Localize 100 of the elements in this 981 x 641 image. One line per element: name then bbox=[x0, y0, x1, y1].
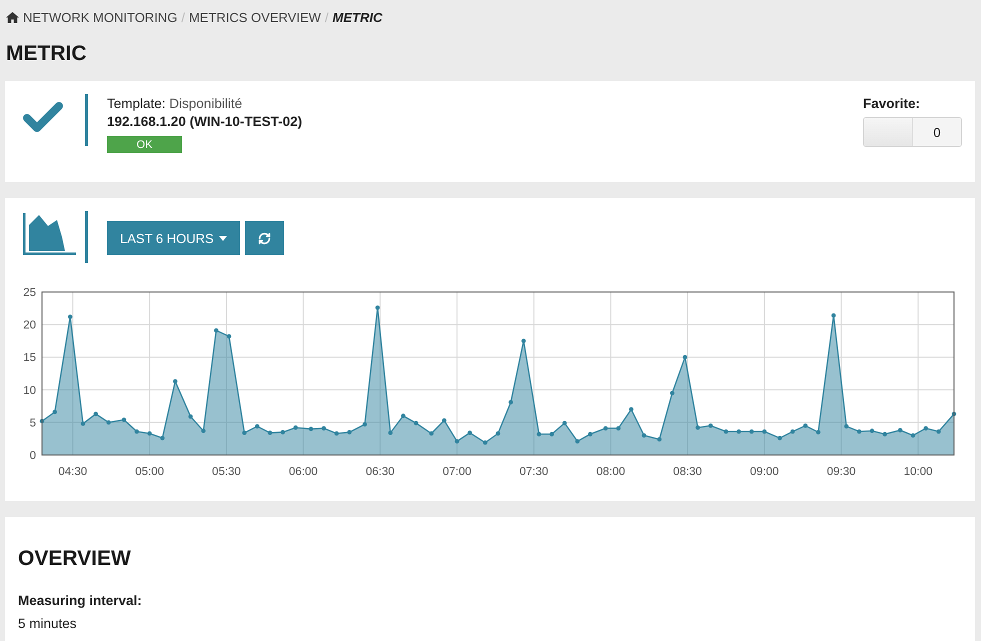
data-point bbox=[401, 414, 406, 418]
axis-label: 5 bbox=[30, 417, 36, 430]
data-point bbox=[816, 430, 820, 434]
favorite-count: 0 bbox=[913, 118, 961, 146]
breadcrumb-link[interactable]: NETWORK MONITORING bbox=[23, 10, 178, 24]
axis-label: 04:30 bbox=[58, 466, 88, 478]
axis-label: 08:30 bbox=[673, 466, 702, 478]
data-point bbox=[293, 425, 298, 430]
data-point bbox=[280, 430, 285, 434]
data-point bbox=[347, 430, 352, 434]
data-point bbox=[870, 428, 874, 434]
data-point bbox=[708, 423, 713, 428]
data-point bbox=[268, 430, 272, 436]
axis-label: 20 bbox=[23, 320, 36, 332]
data-point bbox=[468, 430, 472, 436]
data-point bbox=[857, 429, 862, 434]
data-point bbox=[749, 429, 754, 434]
data-point bbox=[68, 314, 72, 319]
field-label: Measuring interval: bbox=[17, 592, 143, 608]
data-point bbox=[429, 431, 434, 436]
host-name: 192.168.1.20 (WIN-10-TEST-02) bbox=[107, 114, 304, 129]
data-point bbox=[588, 432, 592, 436]
data-point bbox=[242, 430, 247, 436]
data-point bbox=[322, 426, 326, 430]
data-point bbox=[536, 432, 542, 436]
data-point bbox=[134, 429, 139, 434]
data-point bbox=[521, 338, 526, 344]
data-point bbox=[616, 426, 621, 430]
data-point bbox=[642, 433, 646, 438]
data-point bbox=[844, 424, 849, 428]
refresh-button[interactable] bbox=[244, 221, 284, 255]
axis-label: 09:00 bbox=[750, 466, 779, 478]
data-point bbox=[778, 436, 782, 440]
data-point bbox=[201, 428, 206, 434]
data-point bbox=[52, 410, 57, 414]
data-point bbox=[173, 379, 178, 384]
data-point bbox=[454, 439, 460, 444]
data-point bbox=[562, 420, 567, 426]
breadcrumb-link[interactable]: METRIC bbox=[332, 10, 382, 24]
data-point bbox=[550, 432, 554, 436]
breadcrumb-separator: / bbox=[324, 10, 329, 24]
data-point bbox=[40, 418, 44, 424]
data-point bbox=[724, 429, 728, 434]
time-range-dropdown[interactable]: LAST 6 HOURS bbox=[107, 221, 240, 255]
favorite-toggle[interactable]: 0 bbox=[863, 117, 962, 147]
checkmark-icon bbox=[23, 101, 63, 133]
axis-label: 06:00 bbox=[288, 466, 318, 478]
data-point bbox=[106, 420, 111, 425]
data-point bbox=[682, 355, 688, 360]
caret-icon bbox=[218, 236, 227, 240]
data-point bbox=[362, 422, 367, 427]
breadcrumb-separator: / bbox=[181, 10, 185, 24]
axis-label: 07:00 bbox=[442, 466, 472, 478]
data-point bbox=[910, 433, 916, 438]
data-point bbox=[375, 305, 380, 310]
data-point bbox=[657, 437, 662, 442]
section-title: OVERVIEW bbox=[17, 546, 132, 572]
data-point bbox=[575, 439, 580, 444]
template-label: Template: Disponibilité bbox=[107, 96, 244, 111]
data-point bbox=[414, 420, 418, 426]
data-point bbox=[255, 424, 260, 428]
axis-label: 10:00 bbox=[904, 466, 933, 478]
data-point bbox=[924, 426, 928, 430]
data-point bbox=[334, 431, 339, 436]
data-point bbox=[762, 429, 767, 434]
data-point bbox=[898, 428, 902, 432]
axis-label: 25 bbox=[23, 287, 36, 299]
data-point bbox=[442, 418, 446, 423]
data-point bbox=[188, 414, 193, 419]
breadcrumb-link[interactable]: METRICS OVERVIEW bbox=[188, 10, 321, 24]
axis-label: 09:30 bbox=[826, 466, 856, 478]
axis-label: 0 bbox=[30, 450, 36, 462]
data-point bbox=[508, 400, 513, 404]
axis-label: 07:30 bbox=[519, 466, 548, 478]
axis-label: 05:30 bbox=[212, 466, 241, 478]
data-point bbox=[670, 390, 674, 396]
data-point bbox=[736, 429, 741, 434]
refresh-icon bbox=[258, 232, 271, 244]
field-value: 5 minutes bbox=[17, 615, 78, 631]
data-point bbox=[696, 425, 700, 430]
axis-label: 06:30 bbox=[366, 466, 395, 478]
home-icon bbox=[6, 12, 19, 22]
axis-label: 05:00 bbox=[135, 466, 164, 478]
data-point bbox=[936, 429, 941, 434]
data-point bbox=[94, 412, 98, 416]
data-point bbox=[226, 334, 232, 339]
data-point bbox=[952, 412, 956, 416]
status-badge: OK bbox=[107, 136, 182, 153]
data-point bbox=[603, 426, 608, 430]
data-point bbox=[803, 423, 808, 428]
data-point bbox=[214, 328, 218, 333]
favorite-label: Favorite: bbox=[863, 96, 922, 111]
data-point bbox=[790, 429, 795, 434]
data-point bbox=[308, 426, 314, 432]
data-point bbox=[80, 422, 86, 426]
data-point bbox=[882, 432, 888, 436]
page-title: METRIC bbox=[5, 41, 88, 67]
axis-label: 10 bbox=[23, 384, 36, 397]
data-point bbox=[122, 418, 126, 422]
data-point bbox=[496, 431, 500, 436]
